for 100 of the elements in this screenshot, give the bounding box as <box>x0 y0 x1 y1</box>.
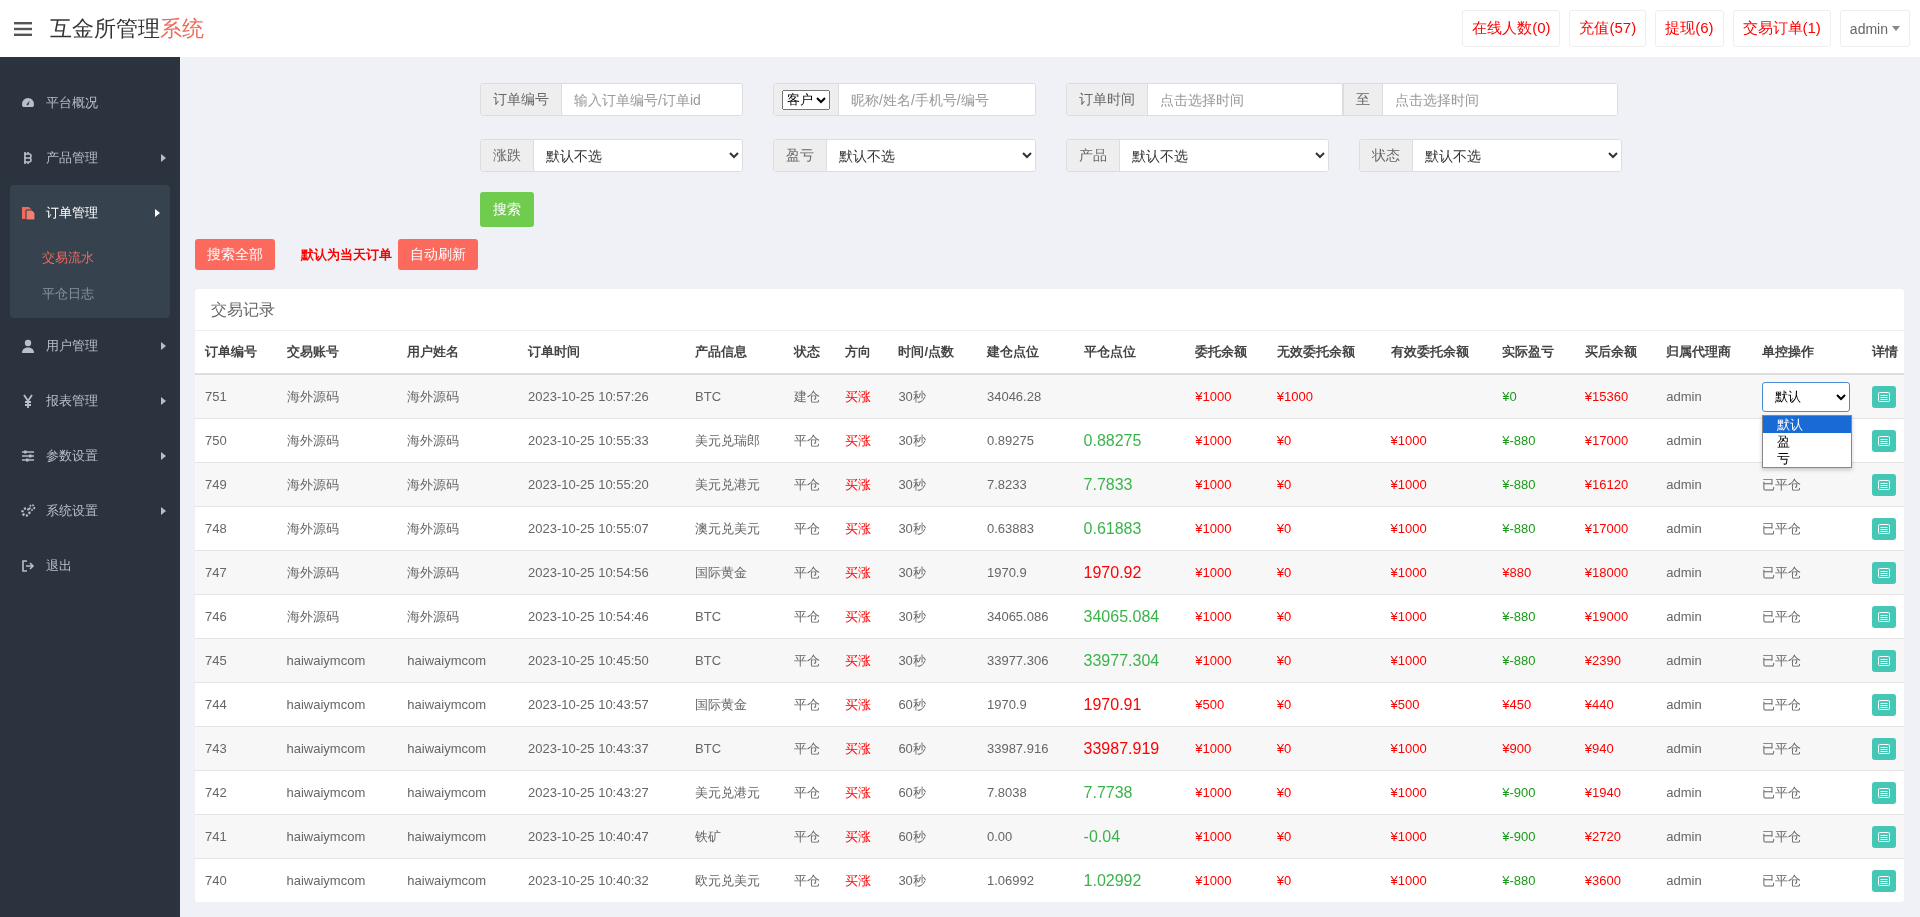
header-button[interactable]: 提现(6) <box>1655 10 1724 47</box>
table-cell: 平仓 <box>783 550 836 595</box>
table-cell: 744 <box>195 682 277 727</box>
status-text: 已平仓 <box>1761 652 1801 668</box>
table-cell: 美元兑瑞郎 <box>685 418 784 463</box>
table-cell: 平仓 <box>783 418 836 463</box>
table-cell: 33977.306 <box>976 638 1074 683</box>
detail-button[interactable] <box>1871 869 1896 892</box>
detail-button[interactable] <box>1871 649 1896 672</box>
table-cell: 2023-10-25 10:57:26 <box>518 374 686 419</box>
table-cell: 海外源码 <box>276 594 398 639</box>
table-cell: haiwaiymcom <box>276 858 398 902</box>
card-icon <box>1877 831 1890 842</box>
table-cell: ¥1000 <box>1380 638 1493 683</box>
table-cell: ¥-880 <box>1492 638 1575 683</box>
detail-button[interactable] <box>1871 693 1896 716</box>
filter-select[interactable]: 盈亏 默认不选 <box>773 139 1036 172</box>
table-cell: 国际黄金 <box>685 682 784 727</box>
table-cell: ¥0 <box>1266 770 1381 815</box>
user-menu[interactable]: admin <box>1839 10 1910 47</box>
sidebar-item[interactable]: 产品管理 <box>0 130 180 185</box>
detail-button[interactable] <box>1871 517 1896 540</box>
header-button[interactable]: 在线人数(0) <box>1462 10 1561 47</box>
caret-icon <box>161 396 166 405</box>
sidebar-item[interactable]: 平台概况 <box>0 75 180 130</box>
table-cell: BTC <box>685 594 784 639</box>
table-cell: admin <box>1656 374 1752 419</box>
table-cell: 海外源码 <box>276 418 398 463</box>
table-cell: 2023-10-25 10:55:07 <box>518 506 686 551</box>
table-cell: haiwaiymcom <box>397 638 519 683</box>
table-cell: ¥-880 <box>1492 594 1575 639</box>
table-cell: haiwaiymcom <box>397 682 519 727</box>
table-cell: 749 <box>195 462 277 507</box>
filter-select[interactable]: 涨跌 默认不选 <box>480 139 743 172</box>
table-cell: ¥2720 <box>1574 814 1657 859</box>
table-cell: 平仓 <box>783 858 836 902</box>
detail-button[interactable] <box>1871 781 1896 804</box>
table-cell: 海外源码 <box>276 374 398 419</box>
dropdown-option[interactable]: 默认 <box>1762 415 1851 433</box>
caret-icon <box>1892 25 1900 32</box>
table-cell: 2023-10-25 10:43:37 <box>518 726 686 771</box>
table-cell: 买涨 <box>835 374 889 419</box>
table-cell: ¥1000 <box>1380 858 1493 902</box>
table-cell: ¥1000 <box>1185 726 1267 771</box>
logout-icon <box>20 557 36 574</box>
detail-button[interactable] <box>1871 429 1896 452</box>
date-to-field[interactable]: 至 点击选择时间 <box>1342 83 1618 116</box>
table-cell: 30秒 <box>888 506 977 551</box>
table-cell: haiwaiymcom <box>276 814 398 859</box>
submenu-item[interactable]: 交易流水 <box>10 240 170 276</box>
detail-button[interactable] <box>1871 385 1896 408</box>
table-cell: 0.63883 <box>976 506 1074 551</box>
table-cell: ¥0 <box>1266 462 1381 507</box>
detail-button[interactable] <box>1871 825 1896 848</box>
table-cell: admin <box>1656 506 1752 551</box>
detail-button[interactable] <box>1871 473 1896 496</box>
header-button[interactable]: 充值(57) <box>1569 10 1647 47</box>
result-select[interactable]: 默认 <box>1761 381 1850 412</box>
customer-search-field[interactable]: 客户 昵称/姓名/手机号/编号 <box>773 83 1036 116</box>
dropdown-option[interactable]: 盈 <box>1762 432 1851 450</box>
table-cell: ¥1000 <box>1380 550 1493 595</box>
detail-button[interactable] <box>1871 561 1896 584</box>
table-cell: 平仓 <box>783 594 836 639</box>
card-icon <box>1877 743 1890 754</box>
table-cell: ¥1000 <box>1380 726 1493 771</box>
detail-button[interactable] <box>1871 737 1896 760</box>
status-text: 已平仓 <box>1761 828 1801 844</box>
table-cell: 7.7738 <box>1073 770 1186 815</box>
status-text: 已平仓 <box>1761 476 1801 492</box>
sidebar-item[interactable]: 订单管理 <box>10 185 170 240</box>
table-cell: ¥0 <box>1266 726 1381 771</box>
filter-select[interactable]: 状态 默认不选 <box>1359 139 1622 172</box>
table-cell: 1970.92 <box>1073 550 1186 595</box>
detail-button[interactable] <box>1871 605 1896 628</box>
header-button[interactable]: 交易订单(1) <box>1732 10 1831 47</box>
filter-select[interactable]: 产品 默认不选 <box>1066 139 1329 172</box>
table-cell: 740 <box>195 858 277 902</box>
table-cell: 铁矿 <box>685 814 784 859</box>
table-cell: 30秒 <box>888 374 977 419</box>
table-cell: 平仓 <box>783 638 836 683</box>
dropdown-option[interactable]: 亏 <box>1762 449 1851 467</box>
sidebar-item[interactable]: 参数设置 <box>0 428 180 483</box>
sidebar-item[interactable]: 报表管理 <box>0 373 180 428</box>
sidebar-item[interactable]: 退出 <box>0 538 180 593</box>
order-number-field[interactable]: 订单编号 输入订单编号/订单id <box>480 83 743 116</box>
table-cell: 2023-10-25 10:54:56 <box>518 550 686 595</box>
table-cell: 买涨 <box>835 462 889 507</box>
table-cell: 30秒 <box>888 858 977 902</box>
sidebar-item[interactable]: 系统设置 <box>0 483 180 538</box>
date-from-field[interactable]: 订单时间 点击选择时间 <box>1066 83 1343 116</box>
sidebar-item[interactable]: 用户管理 <box>0 318 180 373</box>
table-cell: ¥0 <box>1266 594 1381 639</box>
table-cell: haiwaiymcom <box>397 858 519 902</box>
table-cell: 30秒 <box>888 594 977 639</box>
table-cell: admin <box>1656 550 1752 595</box>
table-cell: ¥19000 <box>1574 594 1657 639</box>
table-cell: 买涨 <box>835 682 889 727</box>
table-cell: ¥16120 <box>1574 462 1657 507</box>
table-cell: 2023-10-25 10:45:50 <box>518 638 686 683</box>
customer-type-select[interactable]: 客户 <box>782 89 830 110</box>
